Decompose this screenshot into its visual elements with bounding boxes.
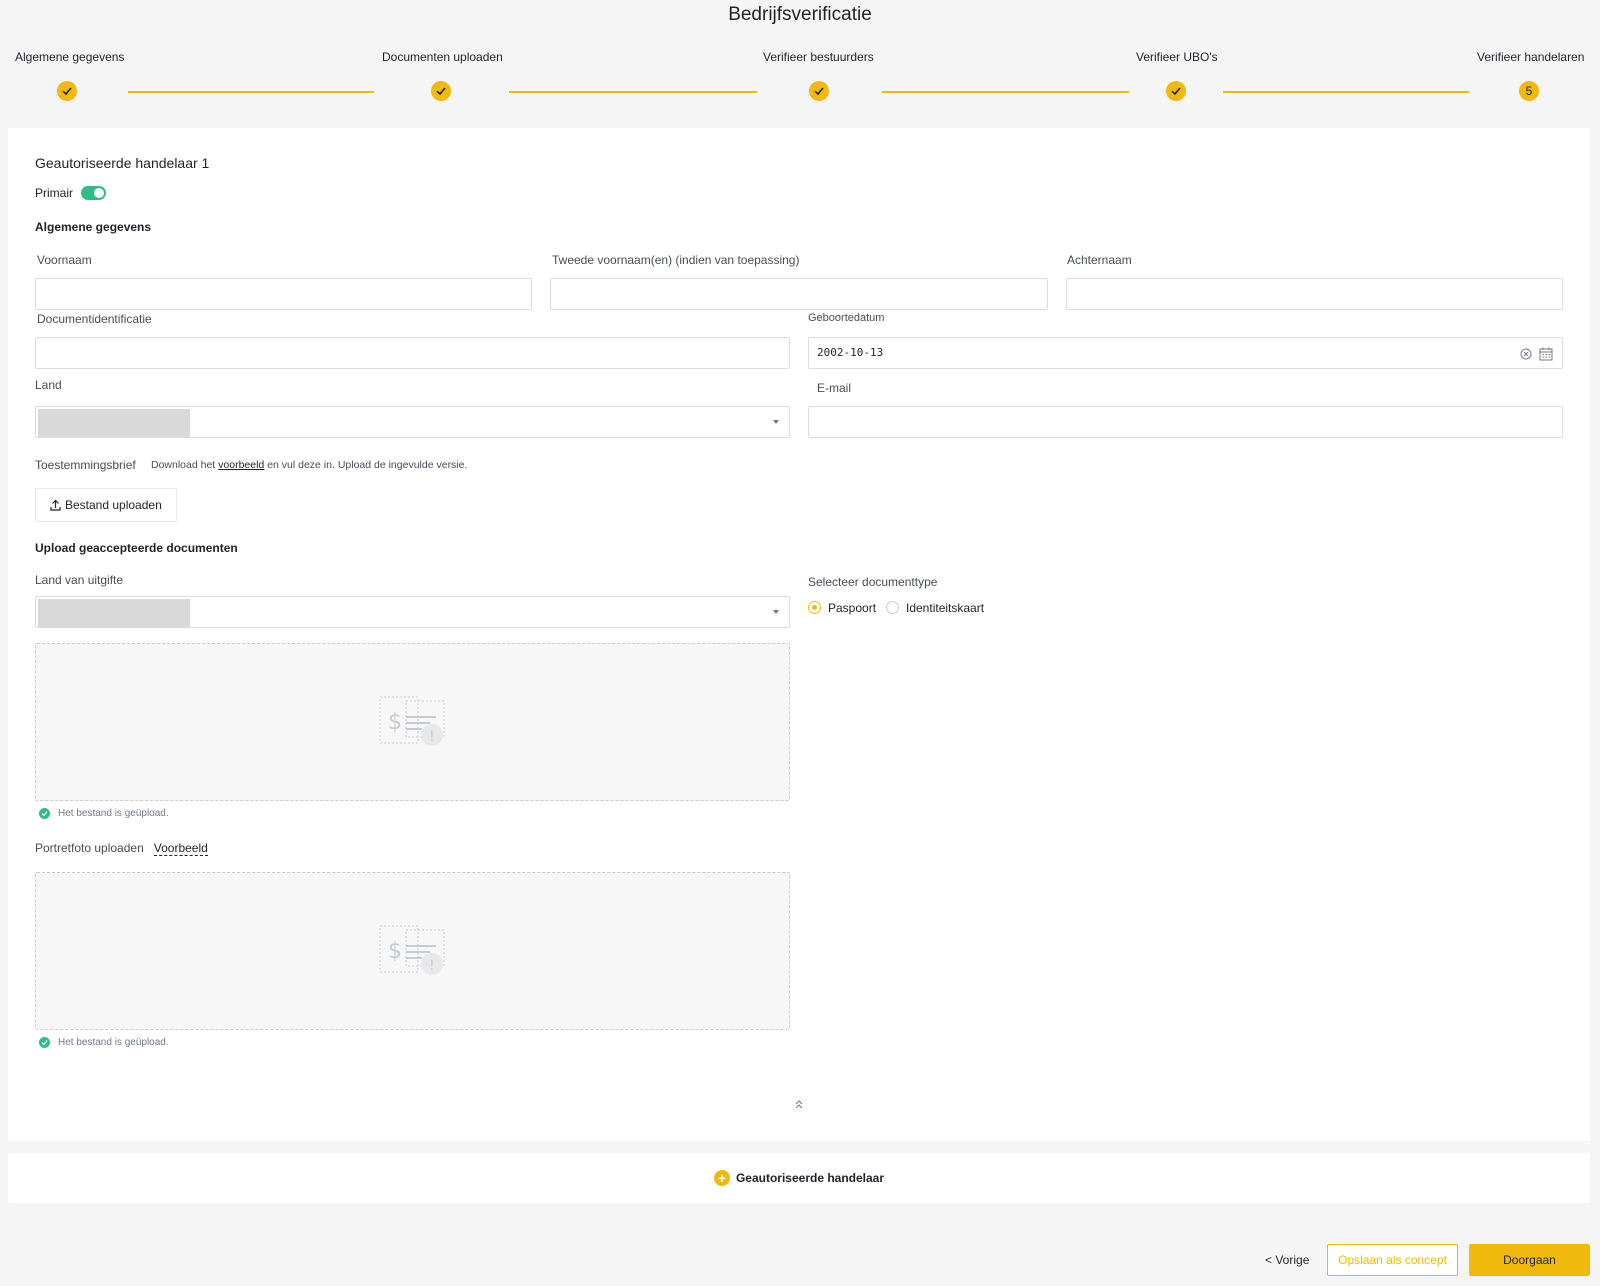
document-dropzone[interactable]: $ ! xyxy=(35,643,790,801)
page-title: Bedrijfsverificatie xyxy=(728,4,872,25)
step-check-icon xyxy=(57,81,77,101)
passport-radio[interactable] xyxy=(808,601,821,614)
primary-toggle[interactable] xyxy=(81,186,106,200)
step-connector xyxy=(882,91,1129,93)
clear-icon[interactable] xyxy=(1520,348,1532,360)
document-placeholder-icon: $ ! xyxy=(379,696,444,746)
portrait-dropzone[interactable]: $ ! xyxy=(35,872,790,1030)
issue-country-value-redacted xyxy=(38,599,190,627)
portrait-upload-status: Het bestand is geüpload. xyxy=(39,1037,169,1048)
document-upload-status: Het bestand is geüpload. xyxy=(39,808,169,819)
step-number: 5 xyxy=(1525,84,1533,98)
portrait-example-link[interactable]: Voorbeeld xyxy=(153,841,208,856)
add-trader-bar: + Geautoriseerde handelaar xyxy=(8,1153,1590,1203)
consent-instructions: Download het voorbeeld en vul deze in. U… xyxy=(151,459,468,471)
step-connector xyxy=(1223,91,1469,93)
save-draft-button[interactable]: Opslaan als concept xyxy=(1327,1244,1458,1276)
svg-text:!: ! xyxy=(429,958,435,974)
upload-consent-button[interactable]: Bestand uploaden xyxy=(35,488,177,522)
upload-icon xyxy=(50,499,61,511)
step-connector xyxy=(128,91,374,93)
issue-country-label: Land van uitgifte xyxy=(35,573,124,587)
step-label-directors: Verifieer bestuurders xyxy=(763,50,874,64)
primary-label: Primair xyxy=(35,186,73,200)
continue-button[interactable]: Doorgaan xyxy=(1469,1244,1590,1276)
country-select[interactable] xyxy=(35,406,790,438)
calendar-icon[interactable] xyxy=(1539,347,1553,361)
step-check-icon xyxy=(431,81,451,101)
id-card-label: Identiteitskaart xyxy=(906,601,985,615)
birthdate-field[interactable]: 2002-10-13 xyxy=(808,337,1563,369)
passport-label: Paspoort xyxy=(828,601,877,615)
step-check-icon xyxy=(1166,81,1186,101)
step-connector xyxy=(509,91,757,93)
general-section-heading: Algemene gegevens xyxy=(35,220,152,234)
document-placeholder-icon: $ ! xyxy=(379,925,444,975)
country-value-redacted xyxy=(38,409,190,437)
step-label-traders: Verifieer handelaren xyxy=(1477,50,1585,64)
country-label: Land xyxy=(35,378,62,392)
svg-text:$: $ xyxy=(388,939,402,964)
step-label-general: Algemene gegevens xyxy=(15,50,125,64)
doc-id-field[interactable] xyxy=(35,337,790,369)
step-label-documents: Documenten uploaden xyxy=(382,50,503,64)
birthdate-label: Geboortedatum xyxy=(808,312,885,324)
trader-heading: Geautoriseerde handelaar 1 xyxy=(35,155,210,171)
add-trader-button[interactable]: + Geautoriseerde handelaar xyxy=(713,1170,884,1186)
step-check-icon xyxy=(809,81,829,101)
svg-text:$: $ xyxy=(388,710,402,735)
check-circle-icon xyxy=(39,808,50,819)
id-card-radio[interactable] xyxy=(886,601,899,614)
issue-country-select[interactable] xyxy=(35,596,790,628)
email-field[interactable] xyxy=(808,406,1563,438)
previous-button[interactable]: < Vorige xyxy=(1265,1253,1309,1267)
doctype-label: Selecteer documenttype xyxy=(808,575,938,589)
last-name-field[interactable] xyxy=(1066,278,1563,310)
collapse-icon[interactable] xyxy=(794,1098,804,1110)
consent-label: Toestemmingsbrief xyxy=(35,458,136,472)
trader-card: Geautoriseerde handelaar 1 Primair Algem… xyxy=(8,128,1590,1141)
chevron-down-icon xyxy=(773,610,779,614)
step-number-badge: 5 xyxy=(1519,81,1539,101)
docs-section-heading: Upload geaccepteerde documenten xyxy=(35,541,238,555)
check-circle-icon xyxy=(39,1037,50,1048)
last-name-label: Achternaam xyxy=(1067,253,1132,267)
middle-name-field[interactable] xyxy=(550,278,1048,310)
plus-icon: + xyxy=(713,1170,730,1186)
email-label: E-mail xyxy=(817,381,852,395)
step-label-ubo: Verifieer UBO's xyxy=(1136,50,1218,64)
first-name-field[interactable] xyxy=(35,278,532,310)
svg-text:!: ! xyxy=(429,729,435,745)
doc-id-label: Documentidentificatie xyxy=(37,312,152,326)
portrait-label: Portretfoto uploaden Voorbeeld xyxy=(35,841,208,856)
first-name-label: Voornaam xyxy=(37,253,92,267)
middle-name-label: Tweede voornaam(en) (indien van toepassi… xyxy=(552,253,800,267)
chevron-down-icon xyxy=(773,420,779,424)
birthdate-value: 2002-10-13 xyxy=(817,346,884,359)
consent-example-link[interactable]: voorbeeld xyxy=(218,459,264,471)
